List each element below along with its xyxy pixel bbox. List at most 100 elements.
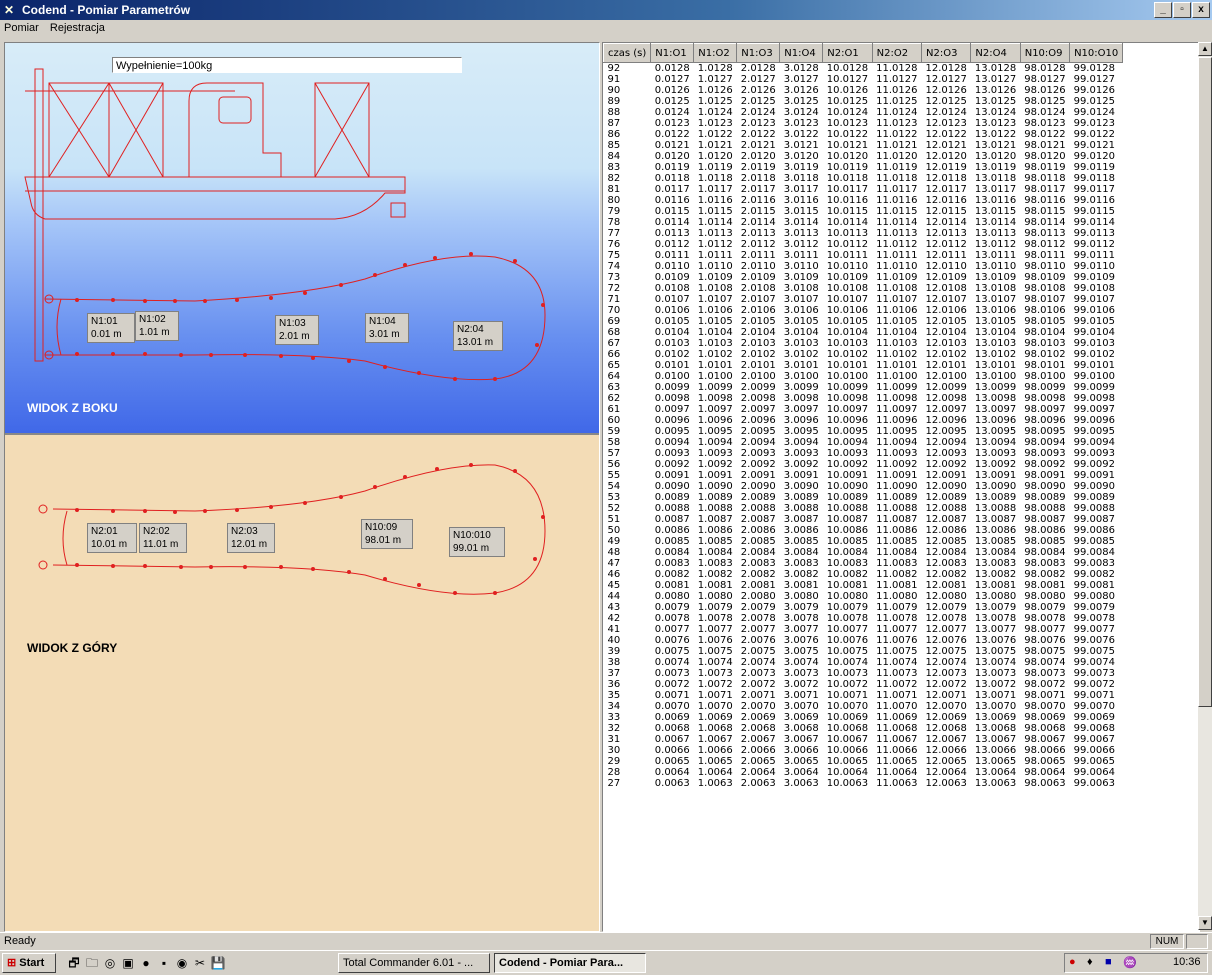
explorer-icon[interactable]: 🗀: [84, 955, 100, 971]
table-row[interactable]: 68 0.0104 1.0104 2.0104 3.0104 10.0104 11.0104…: [604, 327, 1123, 338]
save-icon[interactable]: 💾: [210, 955, 226, 971]
table-row[interactable]: 27 0.0063 1.0063 2.0063 3.0063 10.0063 11.0063…: [604, 778, 1123, 789]
table-row[interactable]: 34 0.0070 1.0070 2.0070 3.0070 10.0070 11.0070…: [604, 701, 1123, 712]
table-row[interactable]: 41 0.0077 1.0077 2.0077 3.0077 10.0077 11.0077…: [604, 624, 1123, 635]
network-icon[interactable]: ♒: [1123, 956, 1137, 969]
task-total-commander[interactable]: Total Commander 6.01 - ...: [338, 953, 490, 973]
table-scrollbar[interactable]: ▲ ▼: [1198, 42, 1212, 930]
column-header[interactable]: N10:O9: [1019, 43, 1071, 63]
table-row[interactable]: 48 0.0084 1.0084 2.0084 3.0084 10.0084 11.0084…: [604, 547, 1123, 558]
column-header[interactable]: N2:O1: [822, 43, 873, 63]
table-row[interactable]: 81 0.0117 1.0117 2.0117 3.0117 10.0117 11.0117…: [604, 184, 1123, 195]
table-row[interactable]: 29 0.0065 1.0065 2.0065 3.0065 10.0065 11.0065…: [604, 756, 1123, 767]
table-row[interactable]: 51 0.0087 1.0087 2.0087 3.0087 10.0087 11.0087…: [604, 514, 1123, 525]
column-header[interactable]: N10:O10: [1069, 43, 1124, 63]
table-row[interactable]: 32 0.0068 1.0068 2.0068 3.0068 10.0068 11.0068…: [604, 723, 1123, 734]
table-row[interactable]: 56 0.0092 1.0092 2.0092 3.0092 10.0092 11.0092…: [604, 459, 1123, 470]
table-row[interactable]: 76 0.0112 1.0112 2.0112 3.0112 10.0112 11.0112…: [604, 239, 1123, 250]
table-row[interactable]: 55 0.0091 1.0091 2.0091 3.0091 10.0091 11.0091…: [604, 470, 1123, 481]
console-icon[interactable]: ▪: [156, 955, 172, 971]
table-row[interactable]: 84 0.0120 1.0120 2.0120 3.0120 10.0120 11.0120…: [604, 151, 1123, 162]
table-row[interactable]: 35 0.0071 1.0071 2.0071 3.0071 10.0071 11.0071…: [604, 690, 1123, 701]
desktop-icon[interactable]: 🗗: [66, 955, 82, 971]
table-row[interactable]: 28 0.0064 1.0064 2.0064 3.0064 10.0064 11.0064…: [604, 767, 1123, 778]
task-codend[interactable]: Codend - Pomiar Para...: [494, 953, 646, 973]
fill-level-field[interactable]: Wypełnienie=100kg: [112, 57, 462, 73]
table-row[interactable]: 30 0.0066 1.0066 2.0066 3.0066 10.0066 11.0066…: [604, 745, 1123, 756]
column-header[interactable]: N2:O4: [970, 43, 1021, 63]
table-row[interactable]: 39 0.0075 1.0075 2.0075 3.0075 10.0075 11.0075…: [604, 646, 1123, 657]
table-row[interactable]: 77 0.0113 1.0113 2.0113 3.0113 10.0113 11.0113…: [604, 228, 1123, 239]
table-row[interactable]: 31 0.0067 1.0067 2.0067 3.0067 10.0067 11.0067…: [604, 734, 1123, 745]
scroll-down-icon[interactable]: ▼: [1198, 916, 1212, 930]
table-row[interactable]: 40 0.0076 1.0076 2.0076 3.0076 10.0076 11.0076…: [604, 635, 1123, 646]
column-header[interactable]: N1:O4: [779, 43, 824, 63]
scroll-thumb[interactable]: [1198, 57, 1212, 707]
table-row[interactable]: 83 0.0119 1.0119 2.0119 3.0119 10.0119 11.0119…: [604, 162, 1123, 173]
minimize-button[interactable]: _: [1154, 2, 1172, 18]
table-row[interactable]: 71 0.0107 1.0107 2.0107 3.0107 10.0107 11.0107…: [604, 294, 1123, 305]
table-row[interactable]: 50 0.0086 1.0086 2.0086 3.0086 10.0086 11.0086…: [604, 525, 1123, 536]
table-row[interactable]: 78 0.0114 1.0114 2.0114 3.0114 10.0114 11.0114…: [604, 217, 1123, 228]
table-row[interactable]: 37 0.0073 1.0073 2.0073 3.0073 10.0073 11.0073…: [604, 668, 1123, 679]
table-row[interactable]: 52 0.0088 1.0088 2.0088 3.0088 10.0088 11.0088…: [604, 503, 1123, 514]
column-header[interactable]: N2:O2: [871, 43, 923, 63]
column-header[interactable]: N1:O1: [650, 43, 695, 63]
table-row[interactable]: 91 0.0127 1.0127 2.0127 3.0127 10.0127 11.0127…: [604, 74, 1123, 85]
table-row[interactable]: 59 0.0095 1.0095 2.0095 3.0095 10.0095 11.0095…: [604, 426, 1123, 437]
table-row[interactable]: 33 0.0069 1.0069 2.0069 3.0069 10.0069 11.0069…: [604, 712, 1123, 723]
table-row[interactable]: 86 0.0122 1.0122 2.0122 3.0122 10.0122 11.0122…: [604, 129, 1123, 140]
table-row[interactable]: 74 0.0110 1.0110 2.0110 3.0110 10.0110 11.0110…: [604, 261, 1123, 272]
table-row[interactable]: 43 0.0079 1.0079 2.0079 3.0079 10.0079 11.0079…: [604, 602, 1123, 613]
table-row[interactable]: 49 0.0085 1.0085 2.0085 3.0085 10.0085 11.0085…: [604, 536, 1123, 547]
outlook-icon[interactable]: ▣: [120, 955, 136, 971]
table-row[interactable]: 64 0.0100 1.0100 2.0100 3.0100 10.0100 11.0100…: [604, 371, 1123, 382]
language-icon[interactable]: ■: [1105, 956, 1112, 968]
column-header[interactable]: N1:O2: [693, 43, 738, 63]
table-row[interactable]: 75 0.0111 1.0111 2.0111 3.0111 10.0111 11.0111…: [604, 250, 1123, 261]
table-row[interactable]: 70 0.0106 1.0106 2.0106 3.0106 10.0106 11.0106…: [604, 305, 1123, 316]
column-header[interactable]: czas (s): [603, 43, 652, 63]
table-row[interactable]: 72 0.0108 1.0108 2.0108 3.0108 10.0108 11.0108…: [604, 283, 1123, 294]
table-row[interactable]: 66 0.0102 1.0102 2.0102 3.0102 10.0102 11.0102…: [604, 349, 1123, 360]
table-row[interactable]: 87 0.0123 1.0123 2.0123 3.0123 10.0123 11.0123…: [604, 118, 1123, 129]
close-button[interactable]: x: [1192, 2, 1210, 18]
menu-rejestracja[interactable]: Rejestracja: [46, 20, 109, 36]
table-row[interactable]: 45 0.0081 1.0081 2.0081 3.0081 10.0081 11.0081…: [604, 580, 1123, 591]
table-row[interactable]: 61 0.0097 1.0097 2.0097 3.0097 10.0097 11.0097…: [604, 404, 1123, 415]
table-row[interactable]: 47 0.0083 1.0083 2.0083 3.0083 10.0083 11.0083…: [604, 558, 1123, 569]
table-row[interactable]: 36 0.0072 1.0072 2.0072 3.0072 10.0072 11.0072…: [604, 679, 1123, 690]
table-row[interactable]: 46 0.0082 1.0082 2.0082 3.0082 10.0082 11.0082…: [604, 569, 1123, 580]
table-row[interactable]: 62 0.0098 1.0098 2.0098 3.0098 10.0098 11.0098…: [604, 393, 1123, 404]
column-header[interactable]: N1:O3: [736, 43, 781, 63]
scroll-up-icon[interactable]: ▲: [1198, 42, 1212, 56]
table-row[interactable]: 44 0.0080 1.0080 2.0080 3.0080 10.0080 11.0080…: [604, 591, 1123, 602]
table-row[interactable]: 67 0.0103 1.0103 2.0103 3.0103 10.0103 11.0103…: [604, 338, 1123, 349]
start-button[interactable]: ⊞ Start: [2, 953, 56, 973]
browser-icon[interactable]: ◎: [102, 955, 118, 971]
table-row[interactable]: 54 0.0090 1.0090 2.0090 3.0090 10.0090 11.0090…: [604, 481, 1123, 492]
table-row[interactable]: 65 0.0101 1.0101 2.0101 3.0101 10.0101 11.0101…: [604, 360, 1123, 371]
tray-icon-2[interactable]: ♦: [1087, 956, 1093, 968]
column-header[interactable]: N2:O3: [920, 43, 972, 63]
media-icon[interactable]: ●: [138, 955, 154, 971]
table-row[interactable]: 80 0.0116 1.0116 2.0116 3.0116 10.0116 11.0116…: [604, 195, 1123, 206]
table-row[interactable]: 53 0.0089 1.0089 2.0089 3.0089 10.0089 11.0089…: [604, 492, 1123, 503]
table-row[interactable]: 79 0.0115 1.0115 2.0115 3.0115 10.0115 11.0115…: [604, 206, 1123, 217]
maximize-button[interactable]: ▫: [1173, 2, 1191, 18]
table-row[interactable]: 82 0.0118 1.0118 2.0118 3.0118 10.0118 11.0118…: [604, 173, 1123, 184]
player-icon[interactable]: ◉: [174, 955, 190, 971]
table-row[interactable]: 89 0.0125 1.0125 2.0125 3.0125 10.0125 11.0125…: [604, 96, 1123, 107]
tray-icon-1[interactable]: ●: [1069, 956, 1076, 968]
table-row[interactable]: 73 0.0109 1.0109 2.0109 3.0109 10.0109 11.0109…: [604, 272, 1123, 283]
table-row[interactable]: 69 0.0105 1.0105 2.0105 3.0105 10.0105 11.0105…: [604, 316, 1123, 327]
table-row[interactable]: 90 0.0126 1.0126 2.0126 3.0126 10.0126 11.0126…: [604, 85, 1123, 96]
table-row[interactable]: 88 0.0124 1.0124 2.0124 3.0124 10.0124 11.0124…: [604, 107, 1123, 118]
table-row[interactable]: 58 0.0094 1.0094 2.0094 3.0094 10.0094 11.0094…: [604, 437, 1123, 448]
menu-pomiar[interactable]: Pomiar: [0, 20, 43, 36]
table-row[interactable]: 42 0.0078 1.0078 2.0078 3.0078 10.0078 11.0078…: [604, 613, 1123, 624]
table-row[interactable]: 57 0.0093 1.0093 2.0093 3.0093 10.0093 11.0093…: [604, 448, 1123, 459]
table-row[interactable]: 38 0.0074 1.0074 2.0074 3.0074 10.0074 11.0074…: [604, 657, 1123, 668]
tools-icon[interactable]: ✂: [192, 955, 208, 971]
table-row[interactable]: 85 0.0121 1.0121 2.0121 3.0121 10.0121 11.0121…: [604, 140, 1123, 151]
